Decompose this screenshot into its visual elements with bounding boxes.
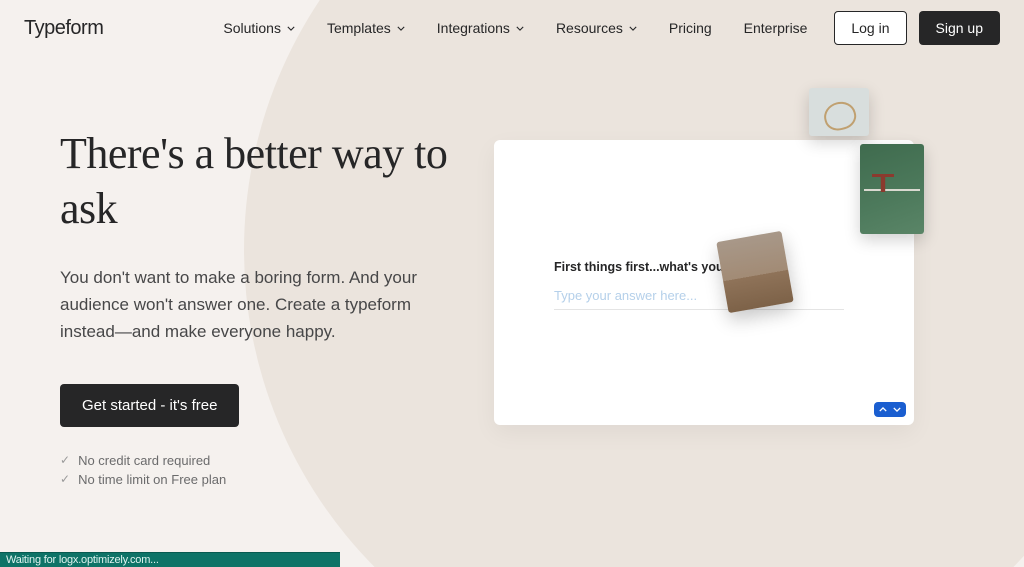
hero-subheading: You don't want to make a boring form. An… xyxy=(60,264,460,346)
browser-status-bar: Waiting for logx.optimizely.com... xyxy=(0,552,340,567)
cta-button[interactable]: Get started - it's free xyxy=(60,384,239,427)
form-preview-card: First things first...what's your name? T… xyxy=(494,140,914,425)
nav-item-templates[interactable]: Templates xyxy=(327,20,405,36)
preview-answer-input[interactable]: Type your answer here... xyxy=(554,288,844,310)
bullet-text: No credit card required xyxy=(78,453,210,468)
nav-label: Templates xyxy=(327,20,391,36)
preview-next-button[interactable] xyxy=(890,404,904,415)
header-actions: Log in Sign up xyxy=(834,11,1000,45)
nav-label: Enterprise xyxy=(744,20,808,36)
preview-prev-button[interactable] xyxy=(876,404,890,415)
brand-logo[interactable]: Typeform xyxy=(24,17,103,40)
signup-button[interactable]: Sign up xyxy=(919,11,1000,45)
hero-bullets: ✓ No credit card required ✓ No time limi… xyxy=(60,453,500,487)
preview-question: First things first...what's your name? xyxy=(554,260,874,274)
nav-label: Resources xyxy=(556,20,623,36)
nav-item-enterprise[interactable]: Enterprise xyxy=(744,20,808,36)
nav-label: Integrations xyxy=(437,20,510,36)
nav-item-solutions[interactable]: Solutions xyxy=(223,20,295,36)
decorative-image-coffee xyxy=(809,88,869,136)
form-preview: First things first...what's your name? T… xyxy=(494,140,914,425)
preview-nav-buttons xyxy=(874,402,906,417)
bullet-item: ✓ No time limit on Free plan xyxy=(60,472,500,487)
chevron-down-icon xyxy=(397,24,405,32)
decorative-image-landscape xyxy=(716,231,794,313)
bullet-text: No time limit on Free plan xyxy=(78,472,226,487)
bullet-item: ✓ No credit card required xyxy=(60,453,500,468)
hero-copy: There's a better way to ask You don't wa… xyxy=(60,126,500,491)
nav-label: Solutions xyxy=(223,20,281,36)
nav-label: Pricing xyxy=(669,20,712,36)
login-button[interactable]: Log in xyxy=(834,11,906,45)
nav-item-resources[interactable]: Resources xyxy=(556,20,637,36)
primary-nav: Solutions Templates Integrations Resourc… xyxy=(223,20,807,36)
nav-item-pricing[interactable]: Pricing xyxy=(669,20,712,36)
site-header: Typeform Solutions Templates Integration… xyxy=(0,0,1024,56)
check-icon: ✓ xyxy=(60,453,70,467)
chevron-down-icon xyxy=(287,24,295,32)
decorative-image-tennis xyxy=(860,144,924,234)
nav-item-integrations[interactable]: Integrations xyxy=(437,20,524,36)
chevron-down-icon xyxy=(516,24,524,32)
chevron-down-icon xyxy=(629,24,637,32)
hero-heading: There's a better way to ask xyxy=(60,126,500,236)
check-icon: ✓ xyxy=(60,472,70,486)
